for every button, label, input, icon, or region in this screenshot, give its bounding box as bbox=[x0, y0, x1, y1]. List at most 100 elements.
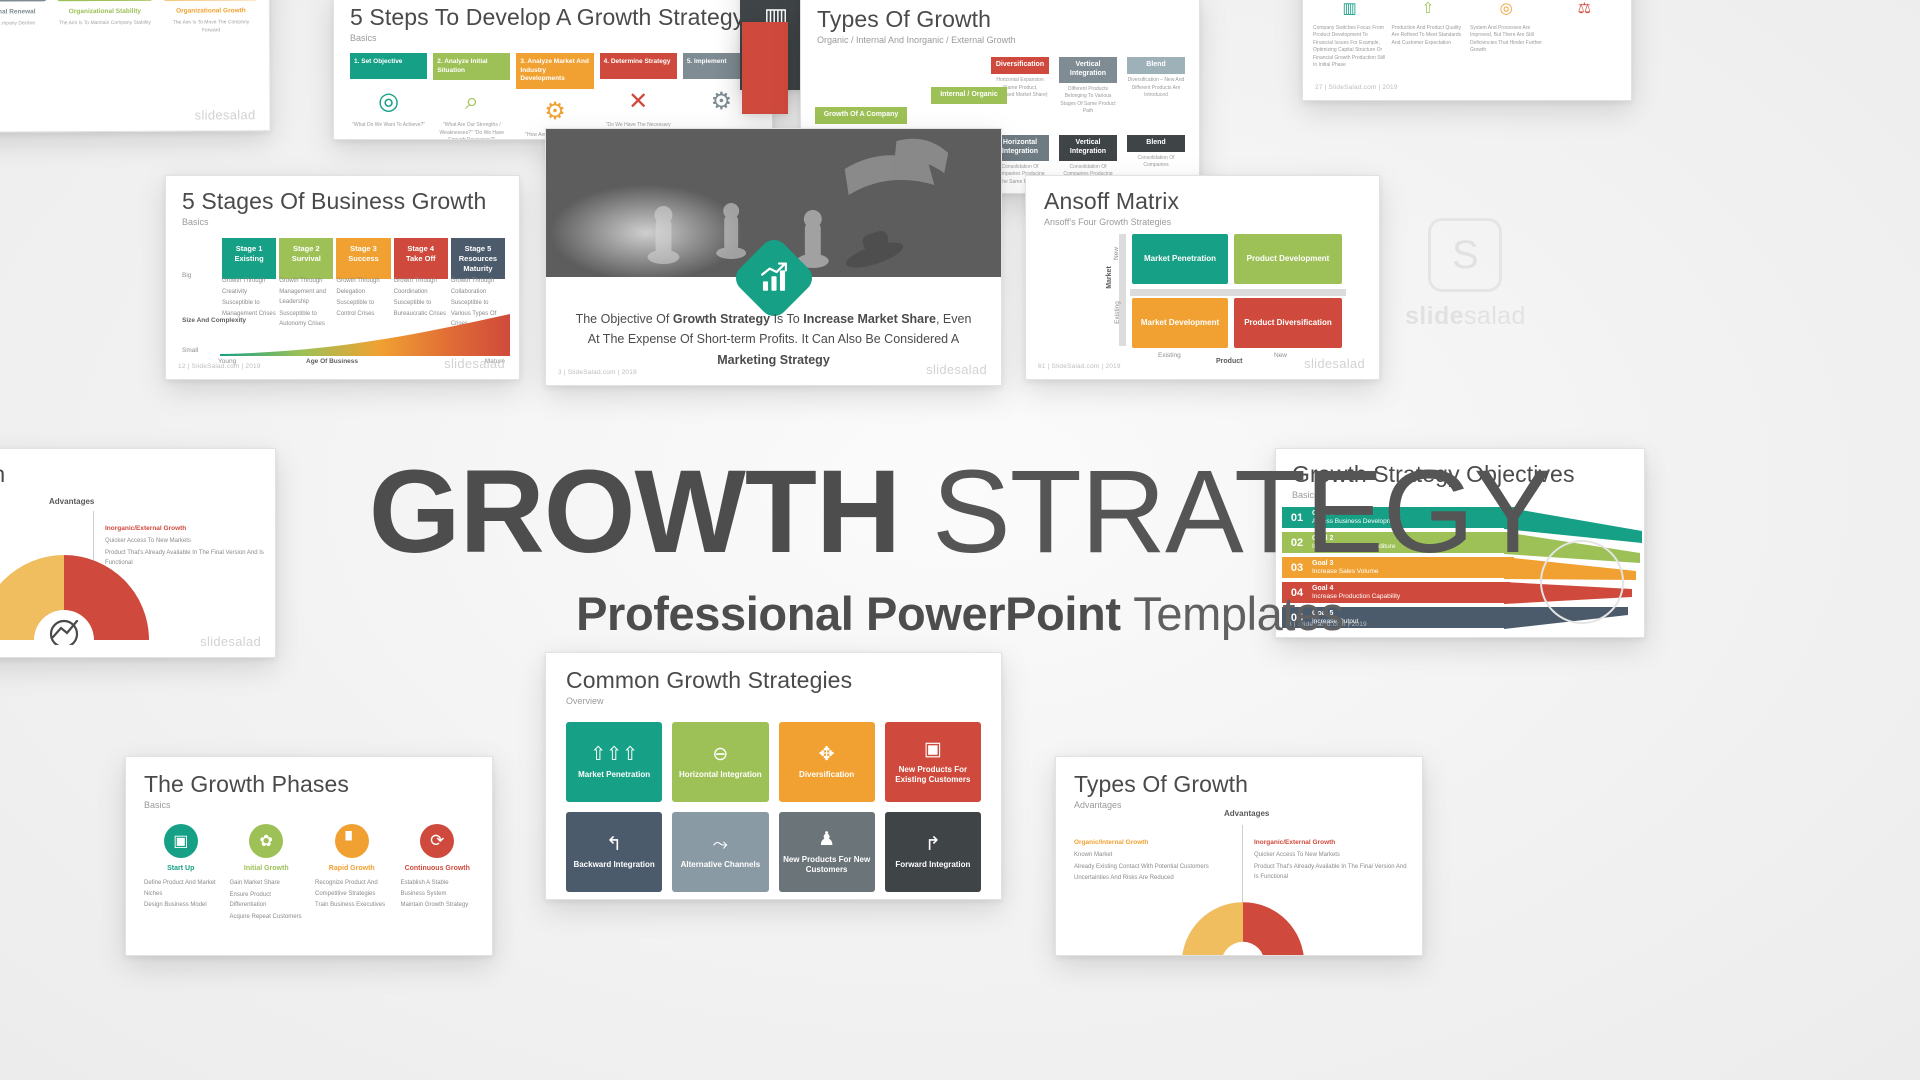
step-number: 5. bbox=[686, 58, 693, 66]
strategy-tile-new-products-existing-customers[interactable]: ▣ New Products For Existing Customers bbox=[884, 722, 981, 803]
quadrant-market-penetration[interactable]: Market Penetration bbox=[1132, 234, 1228, 284]
stage-name: Stage 3 bbox=[350, 244, 377, 253]
bullet: Acquire Repeat Customers bbox=[229, 913, 302, 920]
x-axis-label: Age Of Business bbox=[306, 358, 359, 365]
hero-title-bold: GROWTH bbox=[368, 446, 901, 578]
strategy-tile-backward-integration[interactable]: ↰ Backward Integration bbox=[566, 812, 663, 893]
tree-root[interactable]: Growth Of A Company bbox=[815, 107, 907, 124]
tile-label: New Products For New Customers bbox=[783, 854, 871, 874]
phase-item[interactable]: ⟳ Continuous Growth Establish A Stable B… bbox=[401, 824, 475, 923]
step-item[interactable]: 2. Analyze Initial Situation ⌕ "What Are… bbox=[433, 53, 511, 139]
slide-footer: 12 | SlideSalad.com | 2019 bbox=[178, 363, 261, 370]
x-right-label: New bbox=[1274, 352, 1288, 359]
page-title: The Growth Phases bbox=[144, 771, 349, 797]
slide-the-growth-phases[interactable]: The Growth Phases Basics ▣ Start Up Defi… bbox=[125, 756, 493, 956]
page-title: Ansoff Matrix bbox=[1044, 188, 1180, 214]
step-header: 1. Set Objective bbox=[350, 53, 428, 80]
bullet: Known Market bbox=[1074, 852, 1113, 858]
phase-caption: Company Switches Focus From Product Deve… bbox=[1313, 24, 1386, 69]
branch-label: Internal / Organic bbox=[940, 91, 998, 98]
step-header: 2. Analyze Initial Situation bbox=[433, 53, 511, 81]
card-title: Organizational Growth bbox=[176, 7, 246, 15]
stage-header[interactable]: Stage 5 Resources Maturity bbox=[450, 238, 506, 280]
strategy-tile-forward-integration[interactable]: ↱ Forward Integration bbox=[884, 812, 981, 893]
phase-col[interactable]: Scale ⇧ bbox=[1391, 0, 1464, 22]
quadrant-label: Market Development bbox=[1140, 318, 1220, 327]
target-icon: ◎ bbox=[1499, 0, 1513, 17]
slide-organizational-strategies[interactable]: ⬇ Organizational Renewal ...minate / Sto… bbox=[0, 0, 271, 133]
card-org-stability[interactable]: ⬇ Organizational Stability The Aim Is To… bbox=[56, 0, 154, 35]
quadrant-product-development[interactable]: Product Development bbox=[1234, 234, 1342, 284]
card-caption: The Aim Is To Maintain Company Stability bbox=[58, 19, 152, 27]
slide-number: 61 bbox=[1038, 363, 1046, 370]
bullet: Maintain Growth Strategy bbox=[400, 902, 469, 909]
slide-five-stages[interactable]: 5 Stages Of Business Growth Basics Stage… bbox=[165, 175, 520, 380]
product-axis-arrow bbox=[1130, 289, 1346, 296]
footer-text: | SlideSalad.com | 2019 bbox=[563, 369, 637, 376]
stage-header[interactable]: Stage 4 Take Off bbox=[393, 238, 448, 280]
page-subtitle: Basics bbox=[350, 33, 377, 44]
quadrant-product-diversification[interactable]: Product Diversification bbox=[1234, 298, 1342, 348]
x-left-label: Existing bbox=[1158, 352, 1181, 359]
page-title: Types Of Growth bbox=[1074, 771, 1249, 797]
phase-label: Continuous Growth bbox=[404, 865, 470, 873]
footer-text: | SlideSalad.com | 2019 bbox=[1047, 363, 1121, 370]
tree-branch-internal[interactable]: Internal / Organic bbox=[931, 87, 1007, 104]
stage-header[interactable]: Stage 3 Success bbox=[336, 238, 391, 280]
node-caption: Diversification – New And Different Prod… bbox=[1127, 77, 1185, 99]
bullet: Product That's Already Available In The … bbox=[1254, 863, 1407, 881]
phase-bullets: Recognize Product And Competitive Strate… bbox=[315, 878, 389, 911]
strategy-tile-alternative-channels[interactable]: ⤳ Alternative Channels bbox=[672, 812, 769, 893]
tree-node[interactable]: Vertical Integration Different Products … bbox=[1059, 57, 1117, 116]
stage-header[interactable]: Stage 1 Existing bbox=[222, 238, 277, 280]
phase-col[interactable]: Focus ◎ bbox=[1470, 0, 1543, 22]
four-arrows-icon: ✥ bbox=[818, 743, 835, 765]
strategy-tile-diversification[interactable]: ✥ Diversification bbox=[778, 722, 875, 803]
strategy-tile-market-penetration[interactable]: ⇧⇧⇧ Market Penetration bbox=[566, 722, 663, 803]
product-axis-label: Product bbox=[1216, 358, 1243, 365]
brand-name-bold: slide bbox=[1405, 302, 1464, 330]
card-org-growth[interactable]: ➡ Organizational Growth The Aim Is To Mo… bbox=[162, 0, 260, 35]
stage-header[interactable]: Stage 2 Survival bbox=[279, 238, 334, 280]
step-label: Determine Strategy bbox=[610, 58, 671, 66]
step-number: 4. bbox=[603, 58, 610, 66]
stage-label: Success bbox=[348, 253, 379, 263]
right-bullets: Quicker Access To New Markets Product Th… bbox=[1254, 850, 1412, 883]
phase-caption: Production And Product Quality Are Refin… bbox=[1391, 24, 1462, 46]
slide-common-growth-strategies[interactable]: Common Growth Strategies Overview ⇧⇧⇧ Ma… bbox=[545, 652, 1002, 900]
card-caption: ...minate / Stop ...mpany Decline bbox=[0, 20, 36, 27]
phase-item[interactable]: ▘ Rapid Growth Recognize Product And Com… bbox=[315, 824, 389, 923]
strategy-tile-new-products-new-customers[interactable]: ♟ New Products For New Customers bbox=[778, 812, 875, 893]
step-item[interactable]: 3. Analyze Market And Industry Developme… bbox=[516, 53, 594, 139]
slide-objective-photo[interactable]: The Objective Of Growth Strategy Is To I… bbox=[545, 128, 1002, 386]
chart-icon: ▥ bbox=[1342, 0, 1357, 17]
bullet: Ensure Product Differentiation bbox=[229, 891, 271, 909]
y-bottom-label: Existing bbox=[1113, 301, 1121, 324]
step-item[interactable]: 4. Determine Strategy ✕ "Do We Have The … bbox=[599, 53, 677, 139]
hero-title-block: GROWTH STRATEGY Professional PowerPoint … bbox=[0, 452, 1920, 641]
phase-item[interactable]: ✿ Initial Growth Gain Market Share Ensur… bbox=[230, 824, 304, 923]
left-title: Organic/Internal Growth bbox=[1074, 839, 1149, 846]
step-item[interactable]: 1. Set Objective ◎ "What Do We Want To A… bbox=[350, 53, 428, 139]
slide-growth-phases-top-right[interactable]: Opening ▥ Scale ⇧ Focus ◎ Balance ⚖ Comp… bbox=[1302, 0, 1632, 101]
slide-ansoff-matrix[interactable]: Ansoff Matrix Ansoff's Four Growth Strat… bbox=[1025, 175, 1380, 380]
slide-types-of-growth-bottom[interactable]: Types Of Growth Advantages Advantages Or… bbox=[1055, 756, 1423, 956]
card-icon-tile: ➡ bbox=[162, 0, 259, 1]
bullet: Growth Through Coordination bbox=[393, 278, 437, 295]
link-circles-icon: ⊖ bbox=[712, 743, 729, 765]
phase-item[interactable]: ▣ Start Up Define Product And Market Nic… bbox=[144, 824, 218, 923]
page-subtitle: Basics bbox=[144, 800, 171, 811]
quadrant-market-development[interactable]: Market Development bbox=[1132, 298, 1228, 348]
tile-label: Horizontal Integration bbox=[679, 769, 762, 779]
tile-label: Market Penetration bbox=[578, 769, 651, 779]
slide-five-steps[interactable]: 5 Steps To Develop A Growth Strategy Bas… bbox=[333, 0, 773, 140]
rocket-icon: ▣ bbox=[163, 824, 198, 859]
card-title: Organizational Stability bbox=[68, 7, 142, 16]
phase-col[interactable]: Opening ▥ bbox=[1313, 0, 1386, 22]
phase-col[interactable]: Balance ⚖ bbox=[1548, 0, 1621, 22]
card-org-renewal[interactable]: ⬇ Organizational Renewal ...minate / Sto… bbox=[0, 0, 47, 36]
tree-node[interactable]: Blend Diversification – New And Differen… bbox=[1127, 57, 1185, 116]
strategy-tile-horizontal-integration[interactable]: ⊖ Horizontal Integration bbox=[672, 722, 769, 803]
watermark: slidesalad bbox=[194, 107, 256, 123]
strategy-icon: ✕ bbox=[628, 88, 649, 116]
